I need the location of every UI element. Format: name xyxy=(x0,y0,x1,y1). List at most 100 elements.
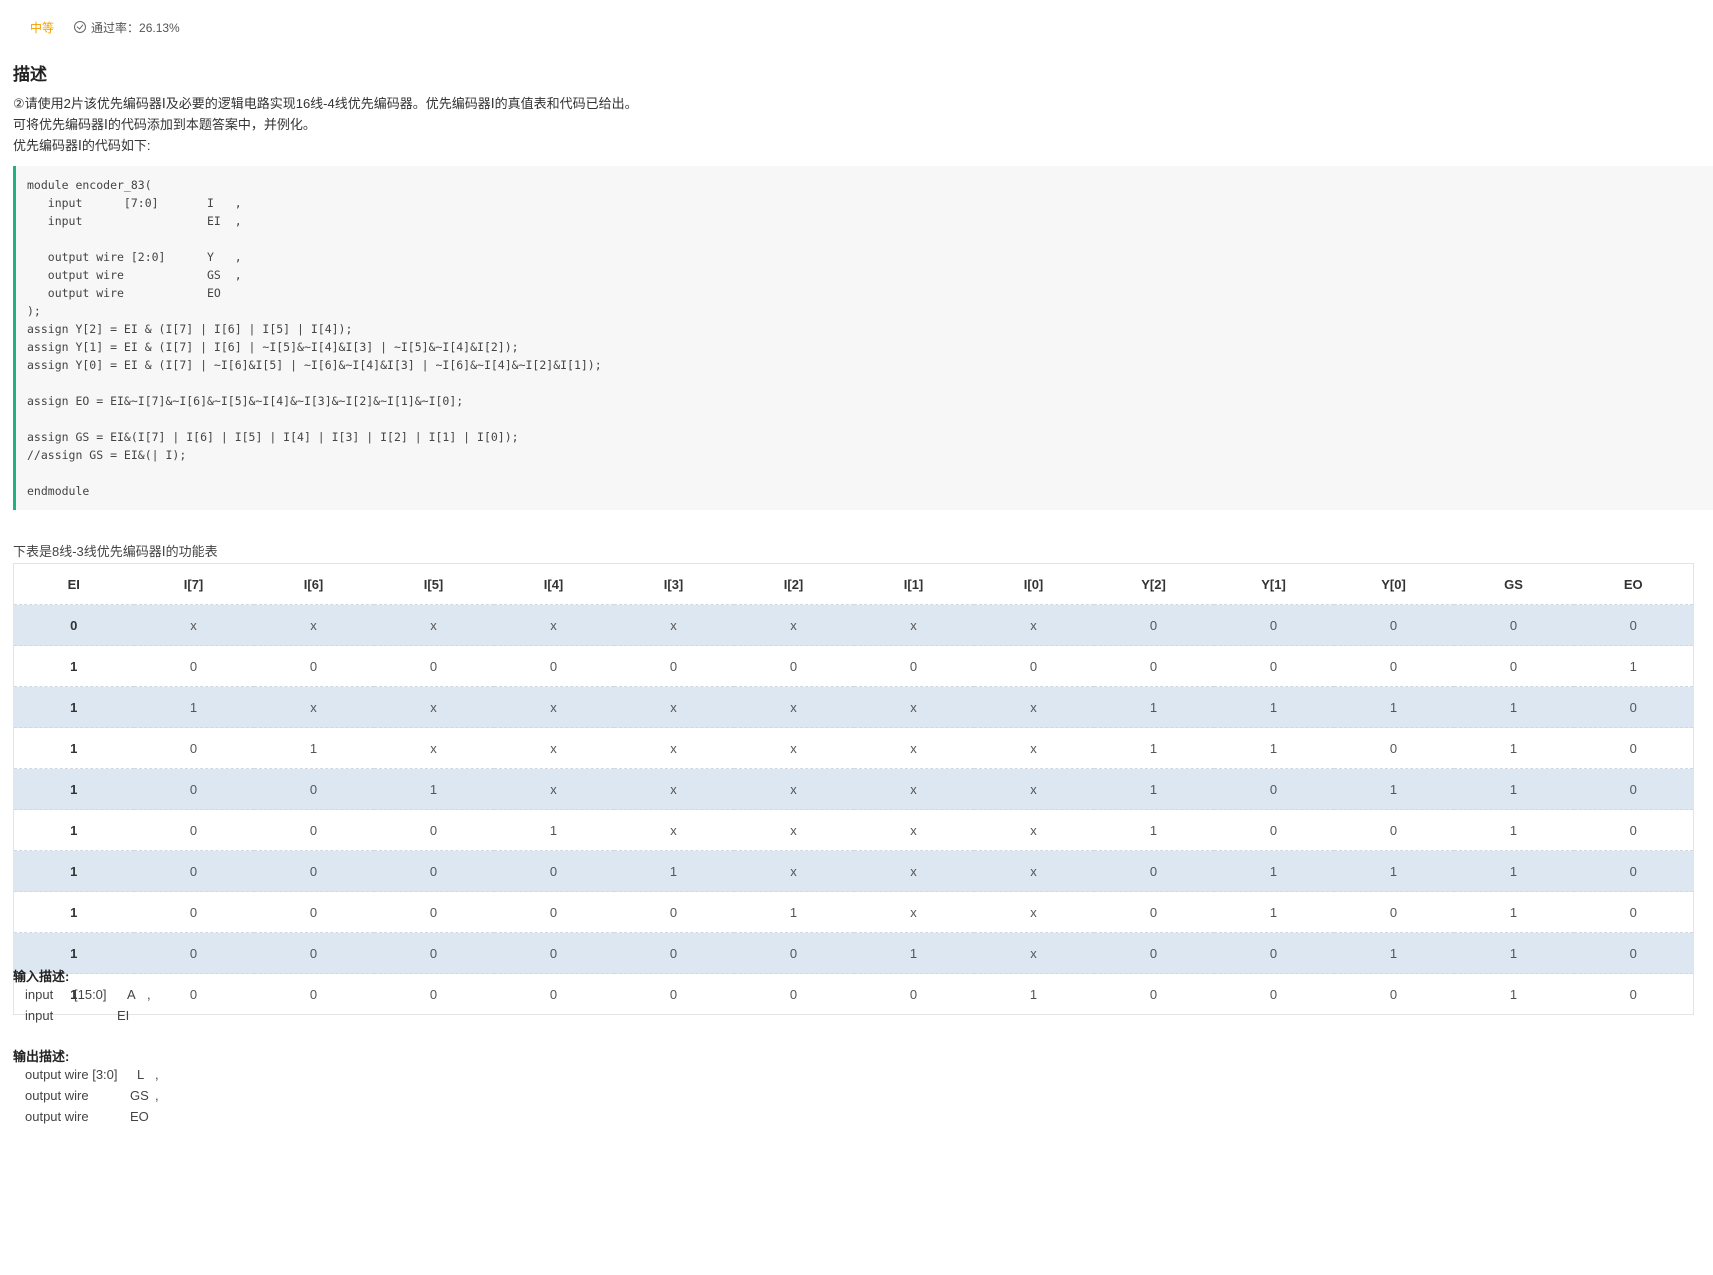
table-cell: 0 xyxy=(789,986,798,1002)
table-cell: 0 xyxy=(1629,699,1637,715)
input-line: input EI xyxy=(25,1005,151,1026)
table-header-cell: Y[0] xyxy=(1381,576,1406,592)
table-body: 0xxxxxxxx000001000000000000111xxxxxxx111… xyxy=(13,604,1694,1015)
table-cell: x xyxy=(790,863,797,879)
code-text: module encoder_83( input [7:0] I , input… xyxy=(27,176,1713,500)
table-cell: x xyxy=(910,863,917,879)
table-header-cell: I[6] xyxy=(303,576,324,592)
table-cell: 1 xyxy=(1149,740,1158,756)
truth-table: EI I[7] I[6] I[5] I[4] I[3] I[2] I[1] I[0] Y[2] Y[… xyxy=(13,563,1694,1015)
table-cell: x xyxy=(190,617,197,633)
table-cell: 0 xyxy=(189,863,198,879)
table-cell: 0 xyxy=(549,945,558,961)
table-cell: 1 xyxy=(1389,699,1398,715)
table-cell: 1 xyxy=(70,740,78,756)
table-cell: 0 xyxy=(309,945,318,961)
table-cell: 0 xyxy=(1629,904,1637,920)
table-row: 10000000100010 xyxy=(13,973,1694,1015)
table-cell: x xyxy=(1030,904,1037,920)
table-header-cell: I[7] xyxy=(183,576,204,592)
table-cell: x xyxy=(910,617,917,633)
table-cell: 1 xyxy=(1509,945,1518,961)
table-header-cell: I[0] xyxy=(1023,576,1044,592)
table-cell: 0 xyxy=(1389,658,1398,674)
table-cell: 0 xyxy=(189,986,198,1002)
code-line: input [7:0] I , xyxy=(27,196,242,210)
table-cell: 0 xyxy=(909,986,918,1002)
table-cell: 0 xyxy=(1629,740,1637,756)
table-cell: 0 xyxy=(309,863,318,879)
table-header-cell: EO xyxy=(1623,576,1643,592)
table-cell: 0 xyxy=(1629,986,1637,1002)
table-cell: 0 xyxy=(1269,781,1278,797)
table-cell: 0 xyxy=(1509,617,1518,633)
io-token: , xyxy=(155,1088,159,1103)
table-cell: x xyxy=(790,740,797,756)
table-cell: 0 xyxy=(1149,863,1158,879)
table-cell: 0 xyxy=(789,945,798,961)
table-cell: 1 xyxy=(1509,863,1518,879)
table-cell: x xyxy=(550,617,557,633)
table-cell: 1 xyxy=(70,822,78,838)
table-cell: 0 xyxy=(429,986,438,1002)
table-cell: 0 xyxy=(1269,986,1278,1002)
table-cell: 0 xyxy=(669,945,678,961)
table-header-cell: GS xyxy=(1504,576,1523,592)
table-cell: 1 xyxy=(1269,699,1278,715)
table-header-row: EI I[7] I[6] I[5] I[4] I[3] I[2] I[1] I[0] Y[2] Y[… xyxy=(14,564,1694,605)
table-cell: 1 xyxy=(1149,699,1158,715)
table-cell: 1 xyxy=(1629,658,1637,674)
table-cell: 1 xyxy=(1269,904,1278,920)
input-description-heading: 输入描述: xyxy=(13,969,70,984)
io-token: [15:0] xyxy=(74,987,107,1002)
code-line: ); xyxy=(27,304,41,318)
output-description: output wire [3:0] L, output wire GS, outpu… xyxy=(25,1064,159,1127)
table-cell: 0 xyxy=(549,658,558,674)
code-line: output wire EO xyxy=(27,286,221,300)
table-cell: 0 xyxy=(189,822,198,838)
table-cell: 0 xyxy=(189,904,198,920)
table-cell: 0 xyxy=(1149,904,1158,920)
table-cell: x xyxy=(310,699,317,715)
table-row: 1 0 0 0 0 0 0 0 0 0 0 0 0 1 xyxy=(13,645,1694,687)
table-row: 10000001x00110 xyxy=(13,932,1694,974)
table-cell: x xyxy=(910,740,917,756)
code-line: //assign GS = EI&(| I); xyxy=(27,448,187,462)
io-token: output wire xyxy=(25,1088,89,1103)
io-token: , xyxy=(147,987,151,1002)
table-cell: 0 xyxy=(1389,986,1398,1002)
table-cell: 1 xyxy=(70,904,78,920)
table-header-cell: I[5] xyxy=(423,576,444,592)
input-line: input [15:0] A, xyxy=(25,984,151,1005)
code-line: assign EO = EI&~I[7]&~I[6]&~I[5]&~I[4]&~… xyxy=(27,394,464,408)
table-cell: 1 xyxy=(1029,986,1038,1002)
table-cell: 1 xyxy=(1389,781,1398,797)
output-line: output wire EO xyxy=(25,1106,159,1127)
table-header-cell: Y[1] xyxy=(1261,576,1286,592)
table-cell: 0 xyxy=(70,617,78,633)
table-cell: 1 xyxy=(70,863,78,879)
table-cell: x xyxy=(1030,781,1037,797)
table-cell: 0 xyxy=(429,904,438,920)
pass-rate: 通过率：26.13% xyxy=(74,19,180,36)
table-cell: 1 xyxy=(909,945,918,961)
table-cell: 0 xyxy=(309,658,318,674)
table-cell: 0 xyxy=(429,863,438,879)
table-cell: 1 xyxy=(1149,822,1158,838)
table-cell: x xyxy=(550,781,557,797)
input-description: input [15:0] A, input EI xyxy=(25,984,151,1026)
io-token: GS xyxy=(130,1088,149,1103)
output-line: output wire [3:0] L, xyxy=(25,1064,159,1085)
table-row: 1 0 0 1 x x x x x 1 0 1 1 0 xyxy=(13,768,1694,810)
table-cell: 0 xyxy=(1629,863,1637,879)
table-header-cell: I[3] xyxy=(663,576,684,592)
table-cell: 0 xyxy=(1149,658,1158,674)
table-cell: x xyxy=(790,699,797,715)
table-header-cell: I[4] xyxy=(543,576,564,592)
code-line: output wire [2:0] Y , xyxy=(27,250,242,264)
io-token: output wire [3:0] xyxy=(25,1067,118,1082)
table-cell: x xyxy=(670,699,677,715)
check-circle-icon xyxy=(74,21,87,33)
table-cell: 1 xyxy=(70,781,78,797)
io-token: output wire xyxy=(25,1109,89,1124)
